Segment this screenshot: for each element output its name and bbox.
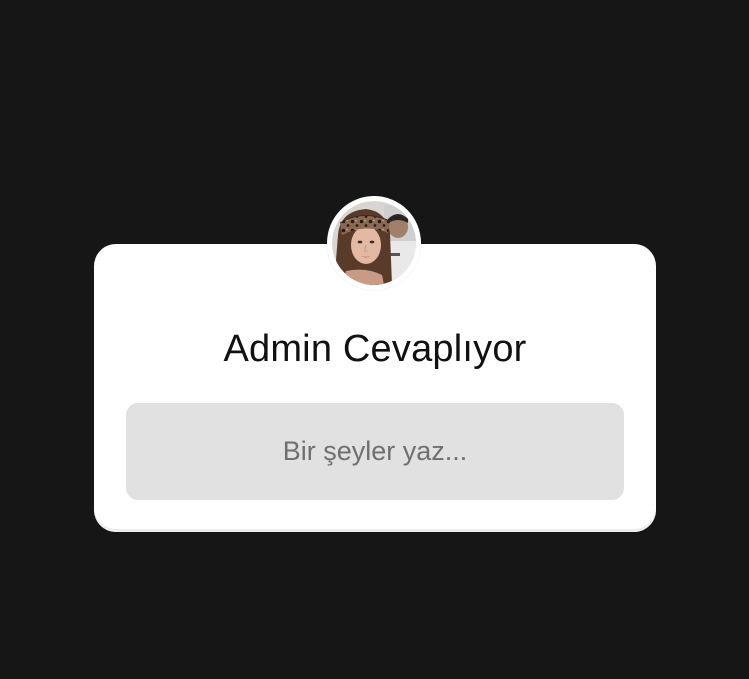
sticker-title: Admin Cevaplıyor (223, 328, 527, 370)
avatar (327, 196, 421, 290)
reply-input[interactable] (126, 403, 624, 500)
profile-photo-avatar-icon (332, 201, 416, 285)
